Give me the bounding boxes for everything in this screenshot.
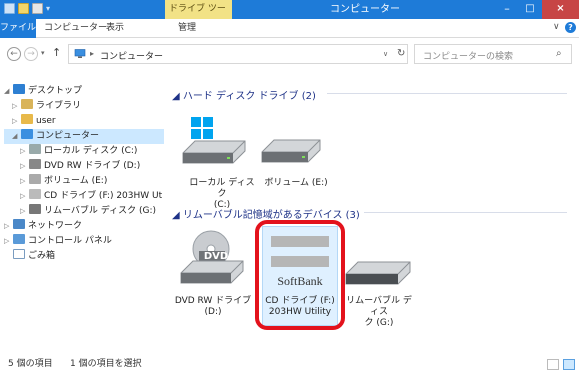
tree-collapsed-icon[interactable]: ▷ — [12, 99, 21, 114]
forward-button[interactable]: → — [24, 47, 38, 61]
ribbon-tabs: ファイル コンピューター 表示 管理 ∨ ? — [0, 19, 579, 38]
drive-d-label[interactable]: DVD RW ドライブ (D:) — [172, 296, 254, 318]
cd-drive-icon — [29, 189, 41, 199]
tree-item-control-panel[interactable]: ▷ コントロール パネル — [4, 234, 112, 249]
properties-icon[interactable] — [4, 3, 15, 14]
status-selected-count: 1 個の項目を選択 — [70, 359, 142, 369]
address-dropdown-icon[interactable]: ∨ — [383, 50, 388, 58]
tree-expanded-icon[interactable]: ◢ — [4, 84, 13, 99]
tree-item-desktop[interactable]: ◢ デスクトップ — [4, 84, 82, 99]
removable-g-drive-icon[interactable] — [342, 252, 414, 296]
tab-file[interactable]: ファイル — [0, 19, 36, 38]
close-button[interactable]: × — [542, 0, 579, 19]
control-panel-icon — [13, 234, 25, 244]
address-bar[interactable]: ▸ コンピューター ∨ ↻ — [68, 44, 408, 64]
help-icon[interactable]: ? — [565, 22, 576, 33]
search-placeholder: コンピューターの検索 — [423, 52, 514, 62]
maximize-button[interactable]: □ — [519, 0, 541, 19]
library-icon — [21, 99, 33, 109]
local-disk-drive-icon[interactable] — [177, 115, 251, 175]
navigation-pane: ◢ デスクトップ ▷ ライブラリ ▷ user ◢ コンピューター ▷ ローカル ディスク… — [0, 78, 166, 348]
window-title: コンピューター — [330, 4, 400, 15]
status-item-count: 5 個の項目 — [8, 359, 53, 369]
tree-item-libraries[interactable]: ▷ ライブラリ — [12, 99, 81, 114]
drive-g-label[interactable]: リムーバブル ディス ク (G:) — [342, 296, 416, 329]
tree-item-computer[interactable]: ◢ コンピューター — [4, 129, 164, 144]
qat-doc-icon[interactable] — [32, 3, 43, 14]
tree-collapsed-icon[interactable]: ▷ — [20, 174, 29, 189]
volume-e-drive-icon[interactable] — [258, 130, 324, 175]
highlight-frame — [255, 220, 345, 330]
hard-disk-icon — [29, 144, 41, 154]
group-divider — [327, 93, 567, 94]
tree-item-recycle-bin[interactable]: ごみ箱 — [13, 249, 55, 264]
dvd-logo: DVD — [203, 251, 229, 262]
group-collapse-icon[interactable]: ◢ — [172, 91, 183, 102]
group-collapse-icon[interactable]: ◢ — [172, 210, 183, 221]
computer-icon — [21, 129, 33, 139]
tree-collapsed-icon[interactable]: ▷ — [20, 159, 29, 174]
group-divider — [364, 212, 567, 213]
tree-item-dvd[interactable]: ▷ DVD RW ドライブ (D:) — [20, 159, 140, 174]
tree-item-removable-g[interactable]: ▷ リムーバブル ディスク (G:) — [20, 204, 156, 219]
tree-item-cd-drive[interactable]: ▷ CD ドライブ (F:) 203HW Ut — [20, 189, 162, 204]
large-icons-view-icon[interactable] — [563, 359, 575, 370]
tree-item-local-disk[interactable]: ▷ ローカル ディスク (C:) — [20, 144, 137, 159]
tree-item-volume-e[interactable]: ▷ ボリューム (E:) — [20, 174, 107, 189]
tree-collapsed-icon[interactable]: ▷ — [20, 189, 29, 204]
drive-e-label[interactable]: ボリューム (E:) — [260, 178, 332, 189]
tree-collapsed-icon[interactable]: ▷ — [4, 219, 13, 234]
ribbon-expand-icon[interactable]: ∨ — [553, 22, 560, 32]
desktop-icon — [13, 84, 25, 94]
new-folder-icon[interactable] — [18, 3, 29, 14]
status-bar: 5 個の項目 1 個の項目を選択 — [0, 355, 579, 374]
qat-dropdown-icon[interactable]: ▾ — [46, 4, 50, 13]
details-view-icon[interactable] — [547, 359, 559, 370]
navigation-bar: ← → ▾ ↑ ▸ コンピューター ∨ ↻ コンピューターの検索 ⌕ — [0, 39, 579, 69]
user-folder-icon — [21, 114, 33, 124]
recent-locations-icon[interactable]: ▾ — [41, 49, 45, 57]
tree-collapsed-icon[interactable]: ▷ — [20, 144, 29, 159]
tree-item-network[interactable]: ▷ ネットワーク — [4, 219, 82, 234]
up-button[interactable]: ↑ — [52, 46, 61, 59]
back-button[interactable]: ← — [7, 47, 21, 61]
context-tab-drive-tools[interactable]: ドライブ ツール — [165, 0, 232, 33]
group-header-hdd[interactable]: ◢ ハード ディスク ドライブ (2) — [172, 87, 572, 102]
search-input[interactable]: コンピューターの検索 ⌕ — [414, 44, 572, 64]
tab-manage[interactable]: 管理 — [178, 19, 196, 38]
tree-collapsed-icon[interactable]: ▷ — [4, 234, 13, 249]
dvd-drive-icon — [29, 159, 41, 169]
removable-disk-icon — [29, 204, 41, 214]
tree-collapsed-icon[interactable]: ▷ — [20, 204, 29, 219]
minimize-button[interactable]: – — [496, 0, 518, 19]
hard-disk-icon — [29, 174, 41, 184]
refresh-icon[interactable]: ↻ — [397, 48, 405, 59]
tab-computer[interactable]: コンピューター — [44, 19, 107, 38]
breadcrumb-separator-icon[interactable]: ▸ — [90, 49, 94, 58]
network-icon — [13, 219, 25, 229]
tree-collapsed-icon[interactable]: ▷ — [12, 114, 21, 129]
search-icon[interactable]: ⌕ — [556, 48, 562, 59]
breadcrumb-computer[interactable]: コンピューター — [100, 49, 163, 62]
title-bar: ▾ ドライブ ツール コンピューター – □ × — [0, 0, 579, 33]
group-header-removable[interactable]: ◢ リムーバブル記憶域があるデバイス (3) — [172, 206, 572, 221]
tree-item-user[interactable]: ▷ user — [12, 114, 56, 129]
computer-icon — [74, 49, 86, 58]
recycle-bin-icon — [13, 249, 25, 259]
tree-expanded-icon[interactable]: ◢ — [12, 129, 21, 144]
tab-view[interactable]: 表示 — [106, 19, 124, 38]
quick-access-toolbar: ▾ — [4, 3, 50, 14]
